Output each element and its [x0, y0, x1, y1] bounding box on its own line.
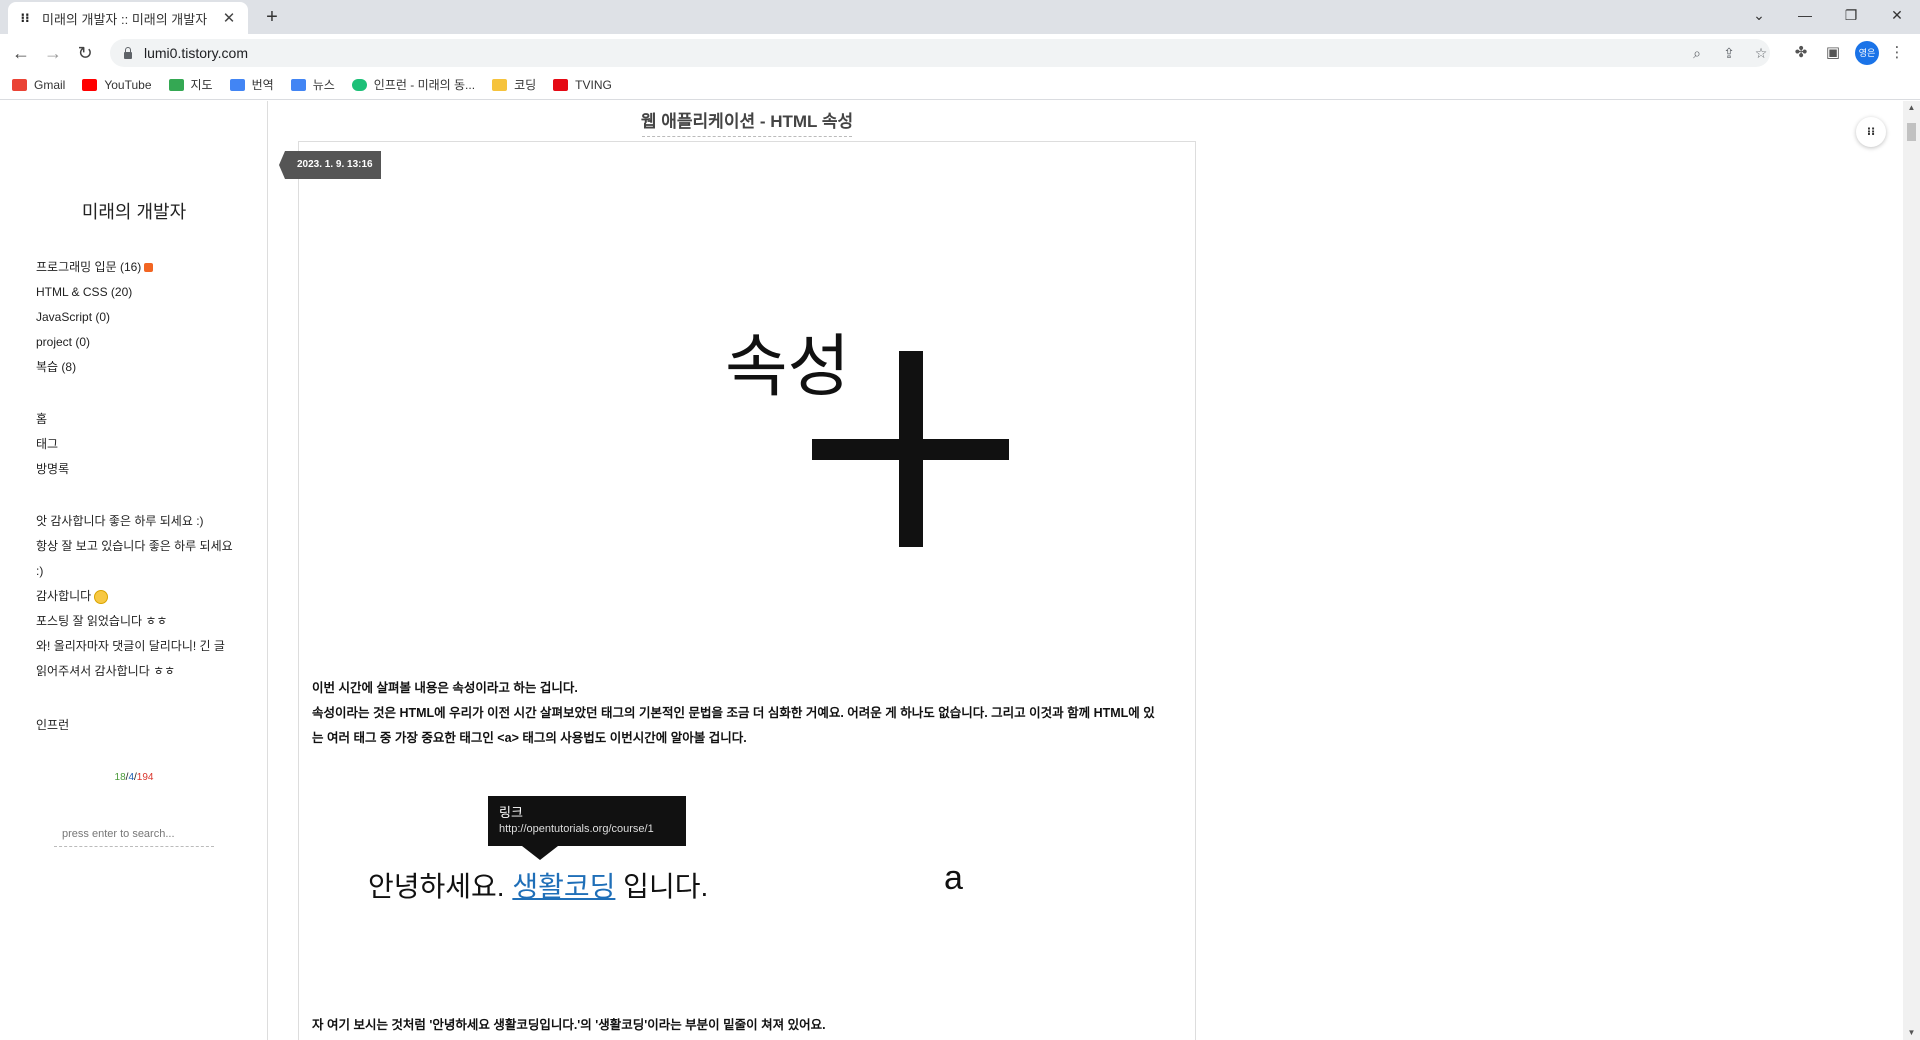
counter-yesterday: 194	[136, 772, 154, 783]
bookmark-youtube[interactable]: YouTube	[82, 78, 152, 92]
zoom-icon[interactable]: ⌕	[1687, 43, 1707, 63]
bookmark-tving[interactable]: TVING	[553, 78, 612, 92]
bookmark-maps[interactable]: 지도	[168, 76, 213, 93]
url-text: lumi0.tistory.com	[144, 45, 248, 61]
post-content	[298, 141, 1196, 1040]
translate-icon	[229, 78, 245, 91]
blog-menu: 홈 태그 방명록	[36, 407, 69, 482]
search-input[interactable]: press enter to search...	[54, 821, 214, 847]
recent-comment-item[interactable]: 와! 올리자마자 댓글이 달리다니! 긴 글	[36, 634, 233, 659]
recent-comments: 앗 감사합니다 좋은 하루 되세요 :) 항상 잘 보고 있습니다 좋은 하루 …	[36, 509, 233, 684]
counter-total: 18	[114, 772, 126, 783]
folder-icon	[492, 78, 508, 91]
tistory-favicon-icon: ⁝⁝	[20, 11, 30, 25]
menu-tag[interactable]: 태그	[36, 432, 69, 457]
recent-comment-item[interactable]: 감사합니다	[36, 584, 233, 609]
maps-icon	[168, 78, 184, 91]
recent-comment-item[interactable]: 포스팅 잘 읽었습니다 ㅎㅎ	[36, 609, 233, 634]
bookmark-inflearn[interactable]: 인프런 - 미래의 동...	[351, 76, 475, 93]
blog-sidebar: 미래의 개발자 프로그래밍 입문 (16) HTML & CSS (20) Ja…	[0, 101, 268, 1040]
menu-kebab-icon[interactable]: ⋮	[1886, 42, 1908, 64]
visitor-counter: 18/4/194	[114, 772, 154, 783]
reload-icon[interactable]: ↻	[72, 40, 98, 66]
menu-guestbook[interactable]: 방명록	[36, 457, 69, 482]
bookmarks-bar: Gmail YouTube 지도 번역 뉴스 인프런 - 미래의 동... 코딩…	[0, 70, 1920, 100]
bookmark-gmail[interactable]: Gmail	[12, 78, 65, 92]
share-icon[interactable]: ⇪	[1719, 43, 1739, 63]
category-list: 프로그래밍 입문 (16) HTML & CSS (20) JavaScript…	[36, 255, 154, 380]
sample-sentence: 안녕하세요. 생활코딩 입니다.	[368, 871, 709, 902]
bookmark-star-icon[interactable]: ☆	[1751, 43, 1771, 63]
tving-icon	[553, 78, 569, 91]
sample-link[interactable]: 생활코딩	[512, 871, 615, 902]
new-badge-icon	[144, 263, 154, 273]
back-arrow-icon[interactable]: ←	[8, 40, 34, 66]
recent-comment-item[interactable]: :)	[36, 559, 233, 584]
restore-button[interactable]: ❐	[1828, 0, 1874, 30]
plus-icon-bar	[812, 439, 1009, 460]
bookmark-folder-coding[interactable]: 코딩	[492, 76, 536, 93]
scrollbar-thumb[interactable]	[1907, 123, 1916, 141]
forward-arrow-icon[interactable]: →	[40, 40, 66, 66]
recent-comment-item[interactable]: 앗 감사합니다 좋은 하루 되세요 :)	[36, 509, 233, 534]
blog-title[interactable]: 미래의 개발자	[0, 198, 268, 224]
news-icon	[290, 78, 306, 91]
title-underline	[642, 136, 852, 137]
post-title[interactable]: 웹 애플리케이션 - HTML 속성	[268, 107, 1226, 137]
new-tab-button[interactable]: +	[260, 5, 284, 29]
tab-strip: ⁝⁝ 미래의 개발자 :: 미래의 개발자 ✕ + ⌄ — ❐ ✕	[0, 0, 1920, 34]
tab-title: 미래의 개발자 :: 미래의 개발자	[42, 11, 208, 27]
bookmark-news[interactable]: 뉴스	[290, 76, 335, 93]
category-item[interactable]: project (0)	[36, 330, 153, 355]
post-date: 2023. 1. 9. 13:16	[279, 151, 381, 179]
profile-avatar[interactable]: 영은	[1855, 41, 1879, 65]
tab-close-button[interactable]: ✕	[220, 9, 238, 27]
recent-comment-item[interactable]: 항상 잘 보고 있습니다 좋은 하루 되세요	[36, 534, 233, 559]
recent-comment-item[interactable]: 읽어주셔서 감사합니다 ㅎㅎ	[36, 659, 233, 684]
extensions-puzzle-icon[interactable]: ✤	[1790, 42, 1812, 64]
page-viewport: 미래의 개발자 프로그래밍 입문 (16) HTML & CSS (20) Ja…	[0, 101, 1920, 1040]
scroll-down-arrow-icon[interactable]: ▼	[1903, 1026, 1920, 1040]
page-scrollbar[interactable]: ▲ ▼	[1903, 101, 1920, 1040]
close-window-button[interactable]: ✕	[1874, 0, 1920, 30]
scroll-up-arrow-icon[interactable]: ▲	[1903, 101, 1920, 115]
link-inflearn[interactable]: 인프런	[36, 713, 69, 738]
category-item[interactable]: JavaScript (0)	[36, 305, 153, 330]
link-list: 인프런	[36, 713, 69, 738]
link-tooltip: 링크 http://opentutorials.org/course/1	[488, 796, 686, 860]
smile-emoji-icon	[94, 589, 109, 604]
hero-word: 속성	[725, 329, 851, 405]
tooltip-title: 링크	[499, 805, 523, 820]
menu-home[interactable]: 홈	[36, 407, 69, 432]
address-bar[interactable]: lumi0.tistory.com ⌕ ⇪ ☆	[110, 39, 1770, 67]
inflearn-icon	[351, 78, 367, 91]
category-item[interactable]: 복습 (8)	[36, 355, 153, 380]
lock-icon	[122, 47, 134, 59]
letter-a: a	[944, 859, 963, 897]
gmail-icon	[12, 78, 27, 91]
browser-tab[interactable]: ⁝⁝ 미래의 개발자 :: 미래의 개발자 ✕	[8, 2, 248, 34]
side-panel-icon[interactable]: ▣	[1822, 42, 1844, 64]
tistory-menu-button[interactable]: ⁝⁝	[1856, 117, 1886, 147]
category-item[interactable]: HTML & CSS (20)	[36, 280, 153, 305]
browser-toolbar: ← → ↻ lumi0.tistory.com ⌕ ⇪ ☆ ✤ ▣ 영은 ⋮	[0, 34, 1920, 70]
intro-paragraph: 이번 시간에 살펴볼 내용은 속성이라고 하는 겁니다. 속성이라는 것은 HT…	[312, 681, 1155, 745]
minimize-button[interactable]: —	[1782, 0, 1828, 30]
category-item[interactable]: 프로그래밍 입문 (16)	[36, 255, 154, 280]
youtube-icon	[82, 78, 98, 91]
tooltip-url: http://opentutorials.org/course/1	[499, 823, 654, 835]
tab-search-dropdown-icon[interactable]: ⌄	[1736, 0, 1782, 30]
bookmark-translate[interactable]: 번역	[229, 76, 274, 93]
footer-paragraph: 자 여기 보시는 것처럼 '안녕하세요 생활코딩입니다.'의 '생활코딩'이라는…	[312, 1018, 826, 1032]
